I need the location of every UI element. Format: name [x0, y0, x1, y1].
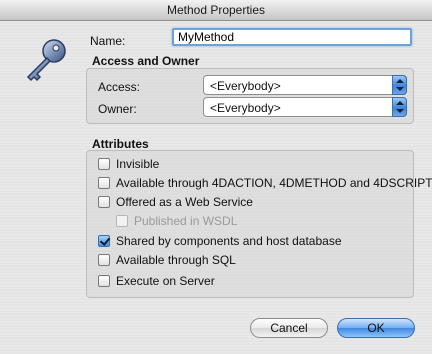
- attributes-heading: Attributes: [92, 137, 149, 151]
- checkbox-box[interactable]: [98, 275, 110, 287]
- checkbox-box: [116, 215, 128, 227]
- name-label: Name:: [90, 34, 126, 48]
- owner-value: <Everybody>: [210, 101, 281, 115]
- popup-arrows-icon: [392, 97, 407, 117]
- owner-label: Owner:: [98, 102, 137, 116]
- checkmark-icon[interactable]: [98, 235, 110, 247]
- window-title: Method Properties: [166, 3, 266, 17]
- checkbox-label: Available through 4DACTION, 4DMETHOD and…: [116, 176, 432, 190]
- access-label: Access:: [98, 80, 141, 94]
- checkbox-box[interactable]: [98, 254, 110, 266]
- access-value: <Everybody>: [210, 79, 281, 93]
- checkbox-box[interactable]: [98, 177, 110, 189]
- owner-popup[interactable]: <Everybody>: [203, 97, 407, 117]
- checkbox-box[interactable]: [98, 158, 110, 170]
- access-owner-group: Access: <Everybody> Owner: <Everybody>: [86, 68, 414, 124]
- popup-arrows-icon: [392, 75, 407, 95]
- checkbox-box[interactable]: [98, 196, 110, 208]
- ok-button[interactable]: OK: [337, 318, 415, 338]
- access-owner-heading: Access and Owner: [92, 54, 200, 68]
- checkbox-label: Shared by components and host database: [116, 234, 342, 248]
- checkbox-label: Execute on Server: [116, 274, 215, 288]
- cancel-button[interactable]: Cancel: [250, 318, 328, 338]
- checkbox-label: Available through SQL: [116, 253, 236, 267]
- key-icon: [26, 39, 66, 82]
- checkbox-label: Invisible: [116, 157, 160, 171]
- checkbox-label: Published in WSDL: [134, 214, 238, 228]
- access-popup[interactable]: <Everybody>: [203, 75, 407, 95]
- title-bar[interactable]: Method Properties: [0, 0, 432, 21]
- name-field[interactable]: [172, 28, 412, 46]
- checkbox-label: Offered as a Web Service: [116, 195, 253, 209]
